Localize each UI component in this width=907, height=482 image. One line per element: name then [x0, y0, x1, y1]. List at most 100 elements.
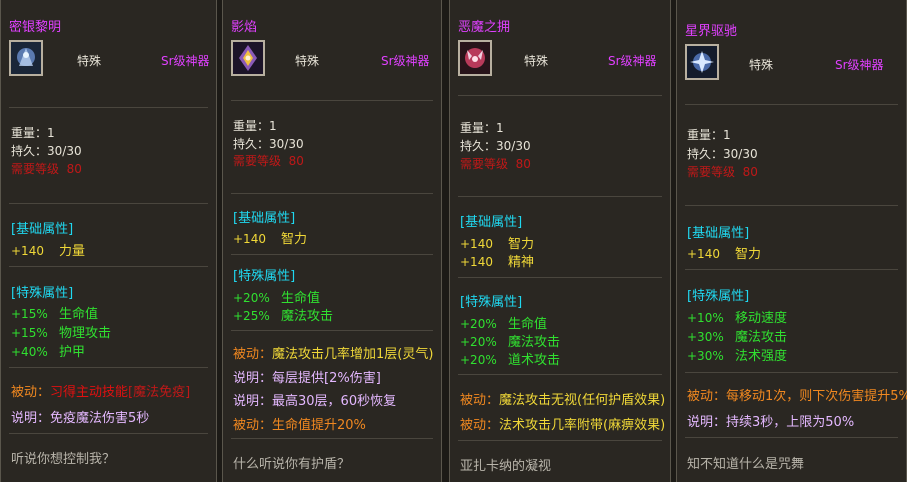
- note-row: 说明：每层提供[2%伤害]: [233, 371, 381, 386]
- durability-row: 持久：30/30: [11, 144, 82, 158]
- divider: [685, 372, 898, 373]
- passive-row: 被动：每移动1次，则下次伤害提升5%: [687, 389, 907, 404]
- durability-value: 30/30: [269, 137, 304, 151]
- passive-row: 被动：习得主动技能[魔法免疫]: [11, 385, 191, 400]
- req-level-row: 需要等级 80: [11, 162, 82, 176]
- shadowflame-icon[interactable]: [231, 40, 265, 76]
- special-section-title: [特殊属性]: [233, 269, 296, 284]
- basic-stat-row: +140 智力: [687, 247, 762, 262]
- flavor-text: 听说你想控制我？: [11, 452, 116, 467]
- weight-value: 1: [496, 121, 504, 135]
- divider: [9, 203, 208, 204]
- divider: [9, 433, 208, 434]
- item-name: 影焰: [231, 20, 258, 35]
- special-stat-row: +10% 移动速度: [687, 311, 788, 326]
- weight-row: 重量：1: [233, 119, 277, 133]
- item-type: 特殊: [295, 54, 320, 68]
- divider: [458, 95, 662, 96]
- note-row: 说明：持续3秒，上限为50%: [687, 415, 855, 430]
- divider: [685, 205, 898, 206]
- item-grade: Sr级神器: [161, 54, 210, 68]
- divider: [9, 107, 208, 108]
- divider: [458, 440, 662, 441]
- note-row: 说明：免疫魔法伤害5秒: [11, 411, 150, 426]
- note-row: 被动：法术攻击几率附带(麻痹效果): [460, 418, 666, 433]
- demon-embrace-icon[interactable]: [458, 40, 492, 76]
- divider: [231, 193, 433, 194]
- special-section-title: [特殊属性]: [460, 295, 523, 310]
- weight-row: 重量：1: [687, 128, 731, 142]
- req-level-row: 需要等级 80: [460, 157, 531, 171]
- item-grade: Sr级神器: [608, 54, 657, 68]
- durability-row: 持久：30/30: [233, 137, 304, 151]
- item-tooltip-card: 影焰 特殊 Sr级神器 重量：1 持久：30/30 需要等级 80 [基础属性]…: [222, 0, 442, 482]
- special-section-title: [特殊属性]: [687, 289, 750, 304]
- divider: [458, 374, 662, 375]
- req-level-value: 80: [66, 162, 82, 176]
- item-name: 星界驱驰: [685, 24, 738, 39]
- special-stat-row: +20% 生命值: [460, 317, 548, 332]
- durability-value: 30/30: [723, 147, 758, 161]
- passive-row: 被动：魔法攻击几率增加1层(灵气): [233, 347, 434, 362]
- note-row: 被动：生命值提升20%: [233, 418, 366, 433]
- divider: [231, 254, 433, 255]
- weight-value: 1: [47, 126, 55, 140]
- basic-stat-row: +140 力量: [11, 244, 86, 259]
- special-stat-row: +20% 生命值: [233, 291, 321, 306]
- flavor-text: 什么听说你有护盾？: [233, 457, 351, 472]
- special-stat-row: +30% 魔法攻击: [687, 330, 788, 345]
- divider: [231, 100, 433, 101]
- durability-value: 30/30: [496, 139, 531, 153]
- divider: [9, 367, 208, 368]
- divider: [685, 269, 898, 270]
- divider: [685, 104, 898, 105]
- flavor-text: 知不知道什么是咒舞: [687, 457, 805, 472]
- basic-section-title: [基础属性]: [11, 222, 74, 237]
- weight-row: 重量：1: [11, 126, 55, 140]
- item-tooltip-card: 密银黎明 特殊 Sr级神器 重量：1 持久：30/30 需要等级 80 [基础属…: [0, 0, 217, 482]
- special-stat-row: +15% 物理攻击: [11, 326, 112, 341]
- passive-row: 被动：魔法攻击无视(任何护盾效果): [460, 393, 666, 408]
- durability-value: 30/30: [47, 144, 82, 158]
- special-stat-row: +40% 护甲: [11, 345, 86, 360]
- req-level-row: 需要等级 80: [687, 165, 758, 179]
- item-type: 特殊: [524, 54, 549, 68]
- silver-dawn-icon[interactable]: [9, 40, 43, 76]
- divider: [231, 438, 433, 439]
- durability-row: 持久：30/30: [460, 139, 531, 153]
- weight-value: 1: [269, 119, 277, 133]
- basic-stat-row: +140 智力: [233, 232, 308, 247]
- basic-section-title: [基础属性]: [687, 226, 750, 241]
- divider: [231, 330, 433, 331]
- item-tooltip-card: 恶魔之拥 特殊 Sr级神器 重量：1 持久：30/30 需要等级 80 [基础属…: [449, 0, 671, 482]
- note-row: 说明：最高30层，60秒恢复: [233, 394, 397, 409]
- item-name: 密银黎明: [9, 20, 62, 35]
- item-type: 特殊: [749, 58, 774, 72]
- special-stat-row: +20% 道术攻击: [460, 353, 561, 368]
- divider: [685, 437, 898, 438]
- special-stat-row: +15% 生命值: [11, 307, 99, 322]
- special-stat-row: +25% 魔法攻击: [233, 309, 334, 324]
- flavor-text: 亚扎卡纳的凝视: [460, 459, 552, 474]
- req-level-value: 80: [288, 154, 304, 168]
- item-name: 恶魔之拥: [458, 20, 511, 35]
- item-grade: Sr级神器: [381, 54, 430, 68]
- basic-stat-row: +140 智力: [460, 237, 535, 252]
- special-stat-row: +30% 法术强度: [687, 349, 788, 364]
- req-level-value: 80: [515, 157, 531, 171]
- basic-section-title: [基础属性]: [460, 215, 523, 230]
- item-tooltip-card: 星界驱驰 特殊 Sr级神器 重量：1 持久：30/30 需要等级 80 [基础属…: [676, 0, 907, 482]
- divider: [458, 277, 662, 278]
- basic-stat-row: +140 精神: [460, 255, 535, 270]
- special-stat-row: +20% 魔法攻击: [460, 335, 561, 350]
- req-level-row: 需要等级 80: [233, 154, 304, 168]
- divider: [458, 196, 662, 197]
- weight-row: 重量：1: [460, 121, 504, 135]
- item-grade: Sr级神器: [835, 58, 884, 72]
- item-type: 特殊: [77, 54, 102, 68]
- astral-drive-icon[interactable]: [685, 44, 719, 80]
- special-section-title: [特殊属性]: [11, 286, 74, 301]
- divider: [9, 266, 208, 267]
- basic-section-title: [基础属性]: [233, 211, 296, 226]
- req-level-value: 80: [742, 165, 758, 179]
